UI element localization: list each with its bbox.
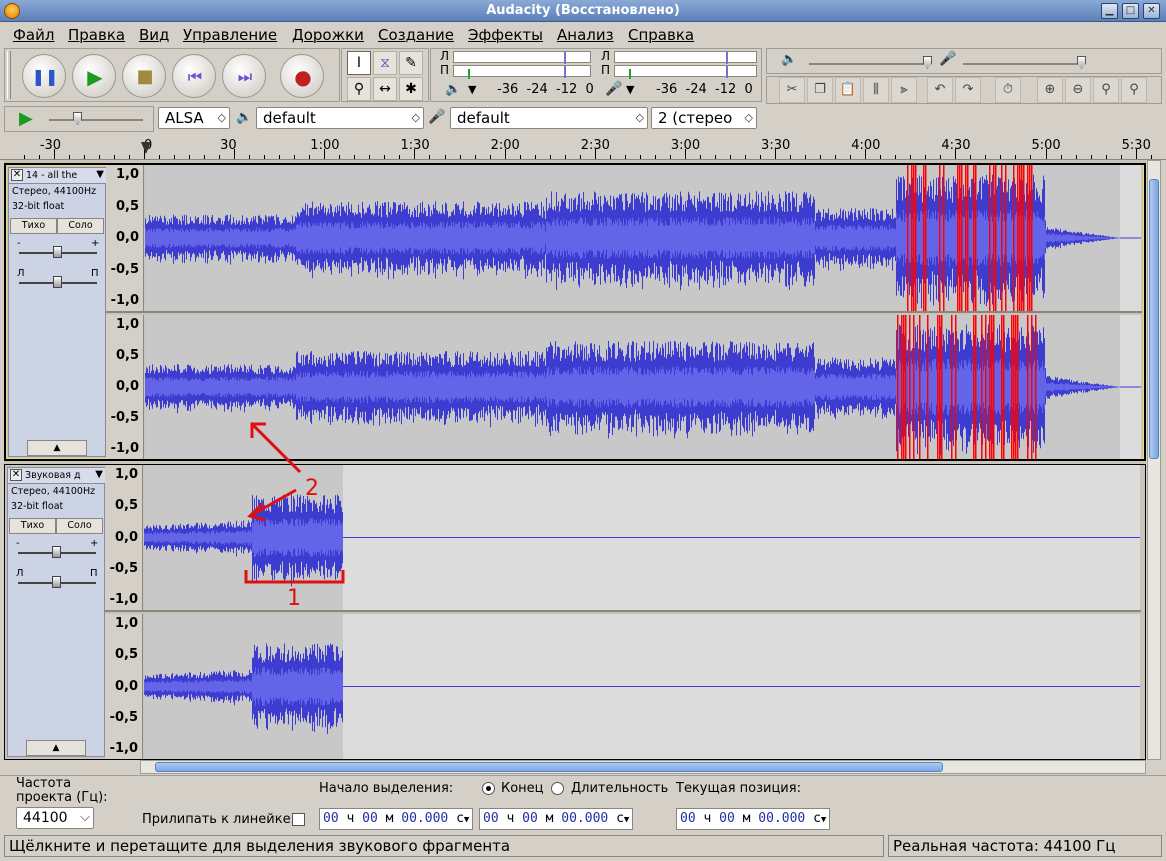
annotation-arrow-2 bbox=[249, 488, 297, 518]
selection-start-label: Начало выделения: bbox=[319, 781, 454, 796]
selection-start-time[interactable]: 00 ч 00 м 00.000 с▼ bbox=[319, 808, 473, 830]
vertical-scroll-thumb[interactable] bbox=[1149, 179, 1159, 459]
annotation-bracket bbox=[244, 570, 345, 584]
length-radio[interactable] bbox=[551, 782, 564, 795]
audio-position-label: Текущая позиция: bbox=[676, 781, 801, 796]
status-hint: Щёлкните и перетащите для выделения звук… bbox=[4, 835, 884, 857]
horizontal-scrollbar[interactable] bbox=[140, 760, 1146, 774]
status-rate: Реальная частота: 44100 Гц bbox=[888, 835, 1162, 857]
annotation-arrow-1 bbox=[250, 422, 302, 474]
vertical-scrollbar[interactable] bbox=[1147, 160, 1161, 760]
project-rate-label: Частота bbox=[16, 776, 72, 791]
status-bar: Щёлкните и перетащите для выделения звук… bbox=[0, 833, 1166, 861]
selection-toolbar: Частота проекта (Гц): 44100 ⌵ Прилипать к… bbox=[0, 775, 1166, 833]
end-radio-label: Конец bbox=[501, 781, 544, 796]
annotation-label-1: 1 bbox=[287, 586, 301, 611]
annotation-label-2: 2 bbox=[305, 476, 319, 501]
annotation-overlay bbox=[244, 422, 345, 584]
horizontal-scroll-thumb[interactable] bbox=[155, 762, 943, 772]
project-rate-label-2: проекта (Гц): bbox=[16, 790, 108, 805]
snap-to-checkbox[interactable] bbox=[292, 813, 305, 826]
selection-end-time[interactable]: 00 ч 00 м 00.000 с▼ bbox=[479, 808, 633, 830]
end-radio[interactable] bbox=[482, 782, 495, 795]
snap-to-label: Прилипать к линейке bbox=[142, 812, 291, 827]
length-radio-label: Длительность bbox=[571, 781, 669, 796]
audio-position-time[interactable]: 00 ч 00 м 00.000 с▼ bbox=[676, 808, 830, 830]
project-rate-select[interactable]: 44100 ⌵ bbox=[16, 807, 94, 829]
